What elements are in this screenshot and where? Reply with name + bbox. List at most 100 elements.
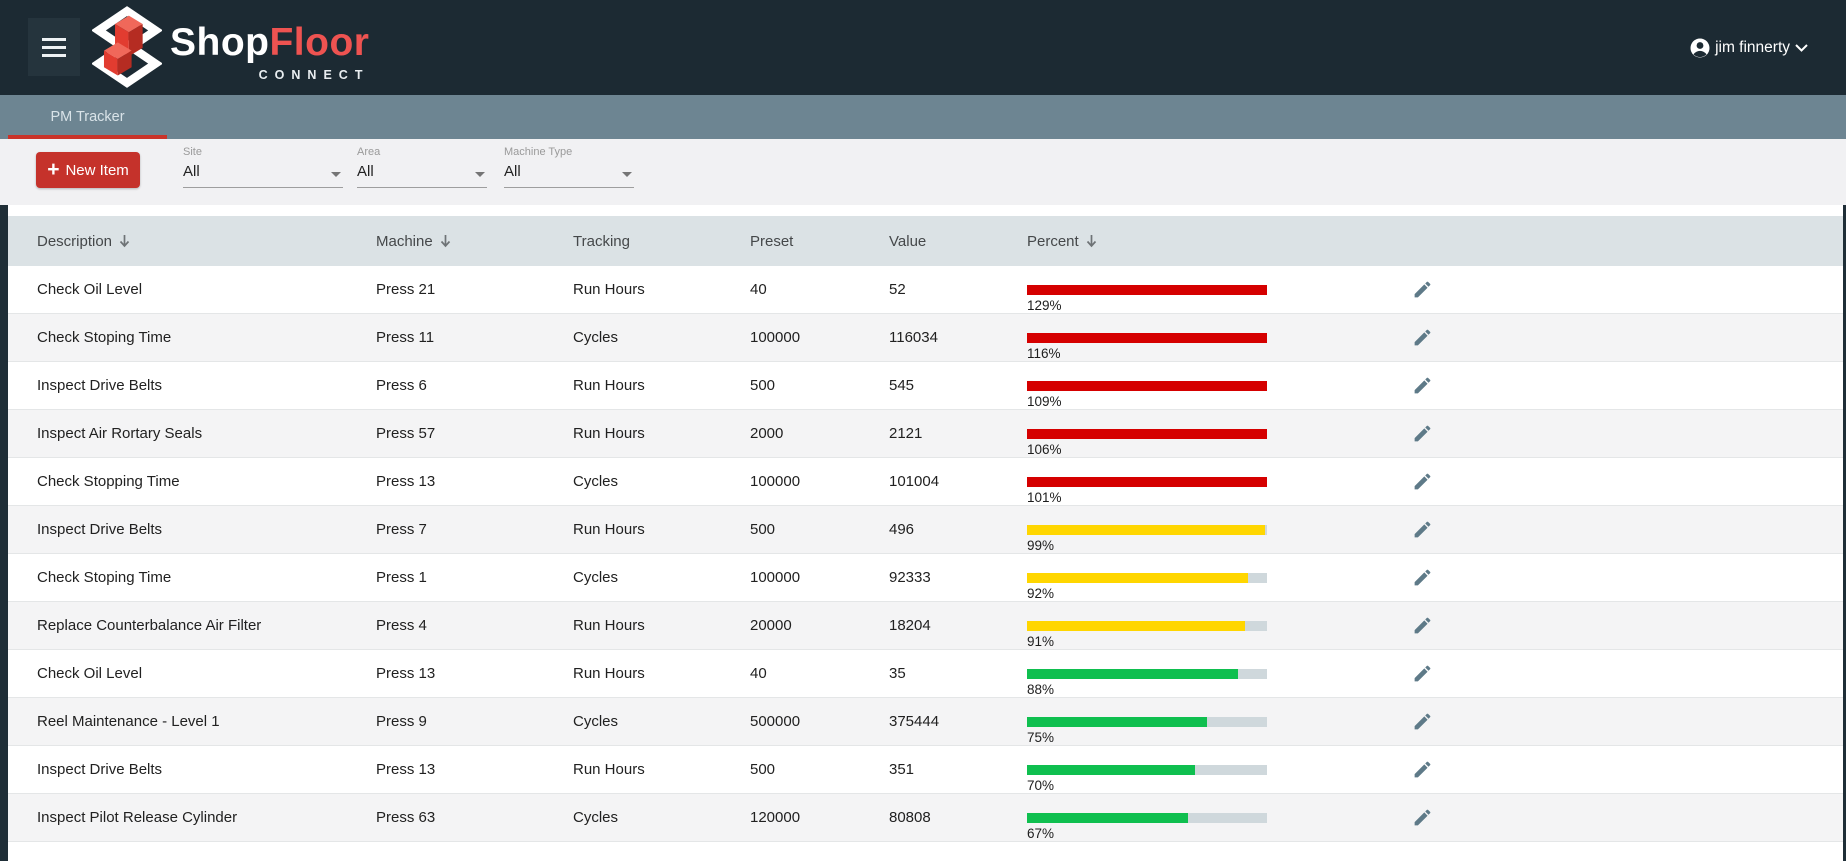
site-filter-label: Site — [183, 146, 343, 158]
percent-progress-bar — [1027, 477, 1267, 487]
dropdown-arrow-icon — [331, 172, 341, 177]
active-tab-indicator — [8, 135, 167, 139]
edit-pencil-icon — [1412, 663, 1433, 684]
column-header-preset[interactable]: Preset — [750, 233, 889, 250]
cell-description: Check Stoping Time — [8, 314, 376, 361]
percent-progress-bar — [1027, 765, 1267, 775]
percent-progress-fill — [1027, 333, 1267, 343]
table-row: Check Stoping Time Press 11 Cycles 10000… — [8, 314, 1843, 362]
cell-machine: Press 13 — [376, 746, 573, 793]
table-body: Check Oil Level Press 21 Run Hours 40 52… — [8, 266, 1843, 842]
percent-label: 106% — [1027, 442, 1062, 457]
column-header-description[interactable]: Description — [8, 233, 376, 250]
cell-machine: Press 57 — [376, 410, 573, 457]
area-filter-value: All — [357, 163, 374, 180]
edit-row-button[interactable] — [1410, 421, 1435, 446]
cell-preset: 500 — [750, 506, 889, 553]
cell-machine: Press 13 — [376, 458, 573, 505]
cell-description: Reel Maintenance - Level 1 — [8, 698, 376, 745]
toolbar: + New Item Site All Area All Machine Typ… — [0, 139, 1846, 205]
dropdown-arrow-icon — [622, 172, 632, 177]
edit-row-button[interactable] — [1410, 805, 1435, 830]
percent-label: 92% — [1027, 586, 1054, 601]
cell-description: Inspect Drive Belts — [8, 506, 376, 553]
edit-row-button[interactable] — [1410, 469, 1435, 494]
edit-row-button[interactable] — [1410, 373, 1435, 398]
cell-tracking: Run Hours — [573, 602, 750, 649]
cell-preset: 500 — [750, 746, 889, 793]
percent-label: 129% — [1027, 298, 1062, 313]
cell-value: 35 — [889, 650, 1027, 697]
percent-progress-bar — [1027, 525, 1267, 535]
user-menu[interactable]: jim finnerty — [1690, 0, 1808, 95]
column-header-percent[interactable]: Percent — [1027, 233, 1400, 250]
edit-row-button[interactable] — [1410, 517, 1435, 542]
percent-progress-bar — [1027, 621, 1267, 631]
edit-row-button[interactable] — [1410, 277, 1435, 302]
cell-tracking: Cycles — [573, 554, 750, 601]
logo-wordmark: ShopFloor CONNECT — [170, 6, 369, 82]
site-filter-value: All — [183, 163, 200, 180]
new-item-button[interactable]: + New Item — [36, 152, 140, 188]
column-header-value[interactable]: Value — [889, 233, 1027, 250]
area-filter-select[interactable]: Area All — [357, 146, 487, 188]
edit-row-button[interactable] — [1410, 709, 1435, 734]
cell-machine: Press 4 — [376, 602, 573, 649]
edit-row-button[interactable] — [1410, 757, 1435, 782]
sort-descending-icon — [439, 234, 452, 248]
cell-preset: 20000 — [750, 602, 889, 649]
edit-row-button[interactable] — [1410, 325, 1435, 350]
table-row: Replace Counterbalance Air Filter Press … — [8, 602, 1843, 650]
hamburger-menu-icon[interactable] — [28, 18, 80, 76]
cell-preset: 40 — [750, 266, 889, 313]
cell-value: 375444 — [889, 698, 1027, 745]
area-filter-label: Area — [357, 146, 487, 158]
cell-tracking: Run Hours — [573, 410, 750, 457]
edit-pencil-icon — [1412, 423, 1433, 444]
percent-label: 91% — [1027, 634, 1054, 649]
table-row: Inspect Air Rortary Seals Press 57 Run H… — [8, 410, 1843, 458]
percent-label: 75% — [1027, 730, 1054, 745]
cell-preset: 100000 — [750, 458, 889, 505]
logo-floor: Floor — [269, 21, 369, 64]
logo-connect: CONNECT — [170, 68, 369, 82]
cell-preset: 500000 — [750, 698, 889, 745]
percent-label: 88% — [1027, 682, 1054, 697]
cell-preset: 120000 — [750, 794, 889, 841]
machine-type-filter-select[interactable]: Machine Type All — [504, 146, 634, 188]
column-header-tracking[interactable]: Tracking — [573, 233, 750, 250]
percent-progress-bar — [1027, 813, 1267, 823]
column-header-machine[interactable]: Machine — [376, 233, 573, 250]
edit-row-button[interactable] — [1410, 565, 1435, 590]
percent-label: 67% — [1027, 826, 1054, 841]
shopfloor-logo-icon — [92, 6, 162, 88]
cell-preset: 100000 — [750, 314, 889, 361]
tab-pm-tracker[interactable]: PM Tracker — [8, 95, 167, 139]
edit-row-button[interactable] — [1410, 613, 1435, 638]
cell-value: 351 — [889, 746, 1027, 793]
sort-descending-icon — [118, 234, 131, 248]
edit-pencil-icon — [1412, 471, 1433, 492]
machine-type-filter-label: Machine Type — [504, 146, 634, 158]
machine-type-filter-value: All — [504, 163, 521, 180]
cell-description: Check Stopping Time — [8, 458, 376, 505]
cell-description: Check Oil Level — [8, 650, 376, 697]
table-row: Check Oil Level Press 13 Run Hours 40 35… — [8, 650, 1843, 698]
percent-progress-bar — [1027, 381, 1267, 391]
cell-machine: Press 9 — [376, 698, 573, 745]
percent-progress-fill — [1027, 285, 1267, 295]
cell-value: 52 — [889, 266, 1027, 313]
cell-machine: Press 11 — [376, 314, 573, 361]
cell-description: Inspect Air Rortary Seals — [8, 410, 376, 457]
sort-descending-icon — [1085, 234, 1098, 248]
user-avatar-icon — [1690, 38, 1710, 58]
percent-progress-fill — [1027, 525, 1265, 535]
percent-progress-bar — [1027, 573, 1267, 583]
table-row: Check Oil Level Press 21 Run Hours 40 52… — [8, 266, 1843, 314]
percent-progress-fill — [1027, 813, 1188, 823]
cell-description: Inspect Pilot Release Cylinder — [8, 794, 376, 841]
cell-preset: 40 — [750, 650, 889, 697]
edit-pencil-icon — [1412, 759, 1433, 780]
site-filter-select[interactable]: Site All — [183, 146, 343, 188]
edit-row-button[interactable] — [1410, 661, 1435, 686]
